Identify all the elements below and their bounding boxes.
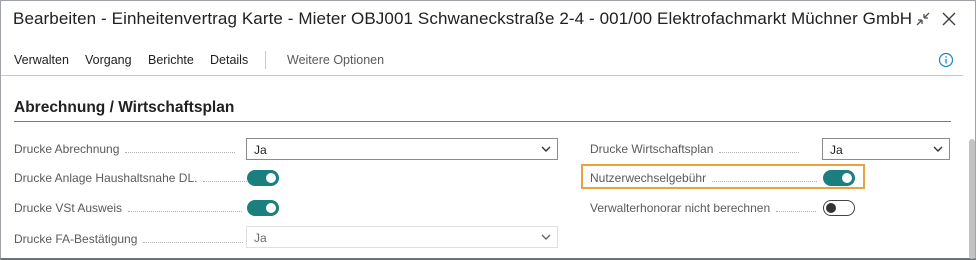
action-divider xyxy=(265,51,266,69)
select-drucke-wirtschaftsplan[interactable]: Ja xyxy=(822,138,950,160)
section-rule xyxy=(14,121,951,122)
toggle-nutzerwechselgebuehr[interactable] xyxy=(823,170,855,186)
scrollbar[interactable] xyxy=(965,83,975,259)
toggle-drucke-anlage[interactable] xyxy=(247,170,279,186)
select-drucke-fa-value: Ja xyxy=(254,231,267,245)
chevron-down-icon xyxy=(541,146,551,152)
chevron-down-icon xyxy=(541,234,551,240)
action-weitere-optionen[interactable]: Weitere Optionen xyxy=(287,53,384,67)
select-drucke-wirtschaftsplan-value: Ja xyxy=(830,143,843,157)
toggle-drucke-vst[interactable] xyxy=(247,200,279,216)
label-verwalterhonorar: Verwalterhonorar nicht berechnen xyxy=(590,201,817,215)
window-title: Bearbeiten - Einheitenvertrag Karte - Mi… xyxy=(13,9,913,28)
select-drucke-fa[interactable]: Ja xyxy=(246,226,558,248)
select-drucke-abrechnung[interactable]: Ja xyxy=(246,138,558,160)
action-bar: Verwalten Vorgang Berichte Details Weite… xyxy=(1,47,961,75)
action-details[interactable]: Details xyxy=(210,53,248,67)
action-vorgang[interactable]: Vorgang xyxy=(85,53,132,67)
chevron-down-icon xyxy=(933,146,943,152)
close-icon[interactable] xyxy=(937,7,961,31)
action-verwalten[interactable]: Verwalten xyxy=(14,53,69,67)
scrollbar-thumb[interactable] xyxy=(969,139,975,259)
info-icon[interactable] xyxy=(938,52,954,68)
label-nutzerwechselgebuehr: Nutzerwechselgebühr xyxy=(590,171,818,185)
toggle-verwalterhonorar[interactable] xyxy=(823,200,855,216)
label-drucke-fa: Drucke FA-Bestätigung xyxy=(14,232,244,246)
label-drucke-vst: Drucke VSt Ausweis xyxy=(14,201,243,215)
label-drucke-wirtschaftsplan: Drucke Wirtschaftsplan xyxy=(590,142,800,156)
dialog-window: Bearbeiten - Einheitenvertrag Karte - Mi… xyxy=(0,0,976,260)
action-bar-separator xyxy=(1,75,963,76)
label-drucke-abrechnung: Drucke Abrechnung xyxy=(14,142,236,156)
action-berichte[interactable]: Berichte xyxy=(148,53,194,67)
select-drucke-abrechnung-value: Ja xyxy=(254,143,267,157)
collapse-arrows-icon[interactable] xyxy=(911,7,935,31)
label-drucke-anlage: Drucke Anlage Haushaltsnahe DL. xyxy=(14,171,252,185)
section-title: Abrechnung / Wirtschaftsplan xyxy=(14,99,235,116)
